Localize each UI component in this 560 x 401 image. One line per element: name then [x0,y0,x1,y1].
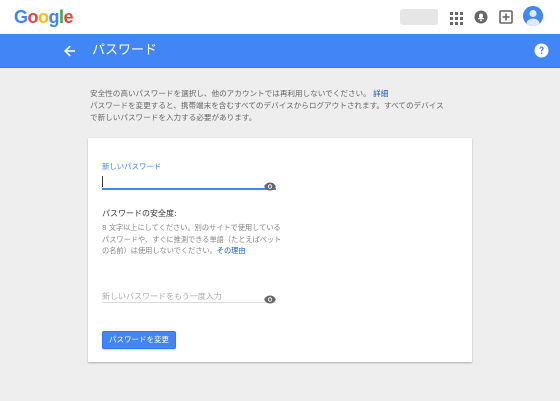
confirm-password-input[interactable] [102,289,262,303]
top-bar: Google [0,0,560,34]
back-arrow-icon[interactable] [62,43,78,59]
learn-more-link[interactable]: 詳細 [373,89,388,98]
password-strength-title: パスワードの安全度: [102,209,177,218]
intro-line-2: パスワードを変更すると、携帯端末を含むすべてのデバイスからログアウトされます。す… [90,101,444,110]
strength-hint-text: 8 文字以上にしてください。別のサイトで使用しているパスワードや、すぐに推測でき… [102,223,282,255]
why-link[interactable]: その理由 [217,246,246,255]
logo-letter: o [38,7,49,27]
logo-letter: o [27,7,39,27]
logo-letter: g [48,7,60,27]
password-intro-text: 安全性の高いパスワードを選択し、他のアカウントでは再利用しないでください。 詳細… [90,88,480,124]
apps-grid-icon[interactable] [450,10,463,25]
account-avatar-icon[interactable] [523,6,543,26]
password-strength-hint: 8 文字以上にしてください。別のサイトで使用しているパスワードや、すぐに推測でき… [102,222,282,257]
new-password-label: 新しいパスワード [102,162,162,171]
intro-text: 安全性の高いパスワードを選択し、他のアカウントでは再利用しないでください。 [90,89,371,98]
notifications-icon[interactable] [474,9,488,24]
page-title: パスワード [92,43,158,58]
change-password-card: 新しいパスワード パスワードの安全度: 8 文字以上にしてください。別のサイトで… [88,138,472,362]
share-plus-icon[interactable] [499,9,513,24]
change-password-button[interactable]: パスワードを変更 [102,331,176,349]
text-cursor [102,176,103,187]
blurred-account-name[interactable] [400,9,438,25]
logo-letter: e [63,7,74,27]
show-password-eye-icon[interactable] [264,176,276,191]
intro-line-1: 安全性の高いパスワードを選択し、他のアカウントでは再利用しないでください。 詳細 [90,88,480,100]
help-icon[interactable] [534,43,549,58]
show-confirm-password-eye-icon[interactable] [264,289,276,304]
google-logo[interactable]: Google [14,7,74,27]
new-password-underline [102,188,276,190]
intro-line-3: で新しいパスワードを入力する必要があります。 [90,113,257,122]
logo-letter: G [14,7,28,27]
confirm-password-underline [102,302,276,303]
page-header: パスワード [0,34,560,68]
new-password-input[interactable] [102,174,262,188]
